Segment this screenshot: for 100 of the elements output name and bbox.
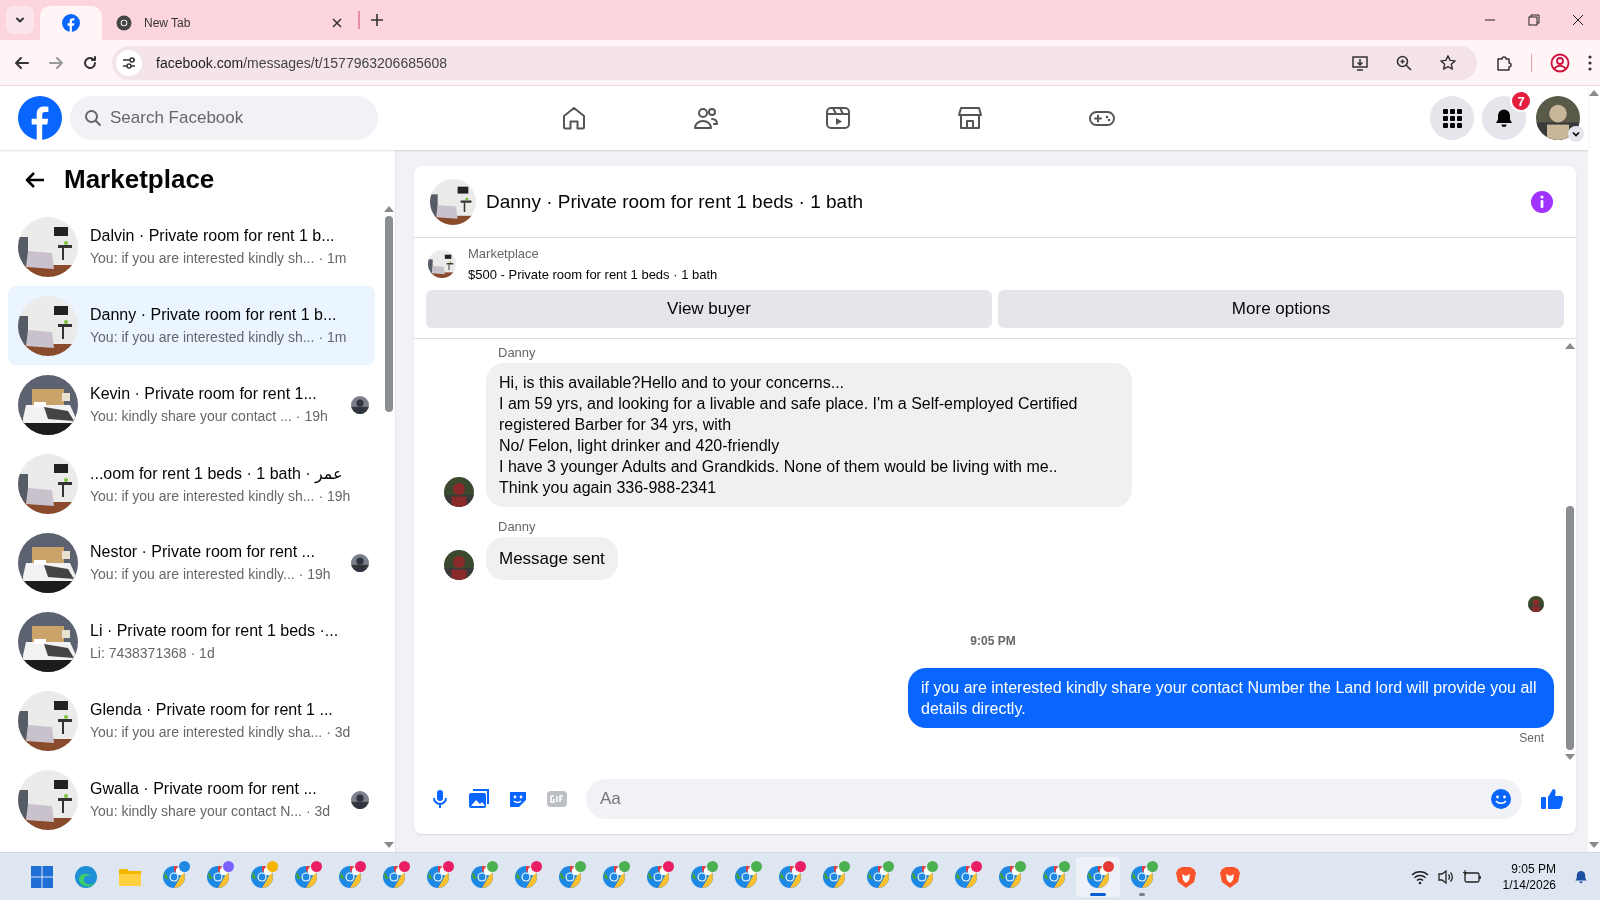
conversation-item[interactable]: Danny · Private room for rent 1 b... You: if you are interested kindly sh... · 1m <box>8 286 375 365</box>
listing-title: $500 - Private room for rent 1 beds · 1 bath <box>468 267 718 282</box>
conversation-item[interactable]: Gwalla · Private room for rent ... You: kindly share your contact N... · 3d <box>8 760 375 839</box>
message-preview: You: if you are interested kindly sha... <box>90 724 323 740</box>
caret-icon[interactable] <box>1568 126 1584 142</box>
facebook-icon <box>62 14 80 32</box>
info-icon[interactable] <box>1530 189 1554 214</box>
conversation-title: Danny · Private room for rent 1 b... <box>90 306 338 324</box>
chrome-icon[interactable] <box>558 864 582 889</box>
plus-icon[interactable] <box>369 13 384 27</box>
conversation-title: Nestor · Private room for rent ... <box>90 543 316 561</box>
thumbs-up-icon[interactable] <box>1540 787 1564 811</box>
browser-tab[interactable]: New Tab <box>102 6 356 40</box>
chrome-icon[interactable] <box>426 864 450 889</box>
chrome-icon[interactable] <box>250 864 274 889</box>
listing-source: Marketplace <box>468 246 540 261</box>
browser-tab[interactable] <box>40 6 102 40</box>
photo-icon[interactable] <box>468 789 490 809</box>
marketplace-icon[interactable] <box>956 104 984 132</box>
chrome-icon[interactable] <box>294 864 318 889</box>
message-time: · 19h <box>318 487 351 504</box>
chrome-icon[interactable] <box>954 864 978 889</box>
zoom-icon[interactable] <box>1395 53 1413 72</box>
message-timestamp: 9:05 PM <box>970 634 1016 648</box>
address-bar[interactable]: facebook.com/messages/t/1577963206685608 <box>112 45 1477 80</box>
message-time: · 3d <box>326 724 351 740</box>
message-time: · 1m <box>318 329 347 345</box>
chrome-icon[interactable] <box>382 864 406 889</box>
chrome-icon <box>116 15 132 31</box>
profile-icon[interactable] <box>1550 52 1570 73</box>
clock[interactable]: 9:05 PM 1/14/2026 <box>1502 860 1556 893</box>
conversation-title: ...oom for rent 1 beds · 1 bath · عمر <box>90 463 339 483</box>
message-time: · 19h <box>298 566 331 582</box>
message-preview: You: kindly share your contact N... <box>90 803 302 819</box>
lion-icon[interactable] <box>1218 864 1242 889</box>
conversation-title: Glenda · Private room for rent 1 ... <box>90 701 334 719</box>
conversation-item[interactable]: Dalvin · Private room for rent 1 b... You: if you are interested kindly sh... · 1m <box>8 207 375 286</box>
conversation-item[interactable]: Li · Private room for rent 1 beds ·... Li: 7438371368 · 1d <box>8 602 375 681</box>
lion-icon[interactable] <box>1174 864 1198 889</box>
chrome-icon[interactable] <box>734 864 758 889</box>
tab-search-button[interactable] <box>6 6 34 34</box>
wifi-icon[interactable] <box>1410 868 1429 885</box>
chrome-icon[interactable] <box>910 864 934 889</box>
restore-icon[interactable] <box>1528 14 1540 26</box>
message-preview: You: if you are interested kindly sh... <box>90 329 315 345</box>
message-bubble: Hi, is this available?Hello and to your concerns... I am 59 yrs, and looking for a livable and safe place. I'm a Self-employed Certified registered Barber for 34 yrs, with No/ Felon, light drinker and 420-friendly I have 3 younger Adults and Grandkids. None of them would be living with me.. Think you again 336-988-2341 <box>486 363 1132 507</box>
more-icon[interactable] <box>1588 54 1592 71</box>
home-icon[interactable] <box>560 104 588 132</box>
chrome-icon[interactable] <box>690 864 714 889</box>
emoji-icon[interactable] <box>1490 788 1512 810</box>
chat-title: Danny · Private room for rent 1 beds · 1 bath <box>486 190 863 213</box>
chrome-icon[interactable] <box>998 864 1022 889</box>
chrome-icon[interactable] <box>470 864 494 889</box>
search-field[interactable]: Search Facebook <box>70 96 378 140</box>
message-bubble: Message sent <box>486 537 618 580</box>
video-icon[interactable] <box>824 104 852 132</box>
chrome-icon[interactable] <box>514 864 538 889</box>
message-input[interactable]: Aa <box>586 779 1522 819</box>
chrome-icon[interactable] <box>866 864 890 889</box>
sticker-icon[interactable] <box>508 789 528 809</box>
conversation-title: Dalvin · Private room for rent 1 b... <box>90 227 336 245</box>
edge-icon[interactable] <box>74 864 98 889</box>
conversation-title: Li · Private room for rent 1 beds ·... <box>90 622 339 640</box>
view-buyer-button[interactable]: View buyer <box>426 290 992 328</box>
reload-icon[interactable] <box>82 54 98 71</box>
conversation-item[interactable]: Kevin · Private room for rent 1... You: kindly share your contact ... · 19h <box>8 365 375 444</box>
message-preview: You: if you are interested kindly sh... <box>90 487 315 504</box>
chrome-icon[interactable] <box>822 864 846 889</box>
chrome-icon[interactable] <box>1130 864 1154 889</box>
conversation-item[interactable]: Glenda · Private room for rent 1 ... You: if you are interested kindly sha... · 3d <box>8 681 375 760</box>
back-arrow-icon[interactable] <box>14 54 30 71</box>
chrome-icon[interactable] <box>162 864 186 889</box>
message-bubble: if you are interested kindly share your contact Number the Land lord will provide you all details directly. <box>908 668 1554 728</box>
message-time: · 1m <box>318 250 347 266</box>
install-icon[interactable] <box>1351 53 1369 72</box>
close-icon[interactable] <box>332 18 342 28</box>
more-options-button[interactable]: More options <box>998 290 1564 328</box>
forward-arrow-icon[interactable] <box>48 54 64 71</box>
bell-icon[interactable] <box>1574 868 1588 885</box>
message-preview: You: kindly share your contact ... <box>90 408 292 424</box>
star-icon[interactable] <box>1439 53 1457 72</box>
close-icon[interactable] <box>1572 14 1584 26</box>
microphone-icon[interactable] <box>430 789 450 809</box>
facebook-logo-icon[interactable] <box>18 96 62 140</box>
volume-icon[interactable] <box>1436 868 1455 885</box>
message-preview: Li: 7438371368 <box>90 645 187 661</box>
chrome-icon[interactable] <box>1042 864 1066 889</box>
windows-icon[interactable] <box>30 864 54 889</box>
menu-button[interactable] <box>1430 96 1474 140</box>
site-settings-icon[interactable] <box>116 49 142 76</box>
puzzle-icon[interactable] <box>1495 53 1513 72</box>
bell-icon <box>1494 108 1514 128</box>
chrome-icon[interactable] <box>206 864 230 889</box>
chrome-icon[interactable] <box>778 864 802 889</box>
chrome-icon[interactable] <box>602 864 626 889</box>
chrome-icon[interactable] <box>338 864 362 889</box>
chrome-icon[interactable] <box>1086 864 1110 889</box>
chrome-icon[interactable] <box>646 864 670 889</box>
battery-icon[interactable] <box>1462 868 1483 885</box>
conversation-item[interactable]: Nestor · Private room for rent ... You: if you are interested kindly... · 19h <box>8 523 375 602</box>
